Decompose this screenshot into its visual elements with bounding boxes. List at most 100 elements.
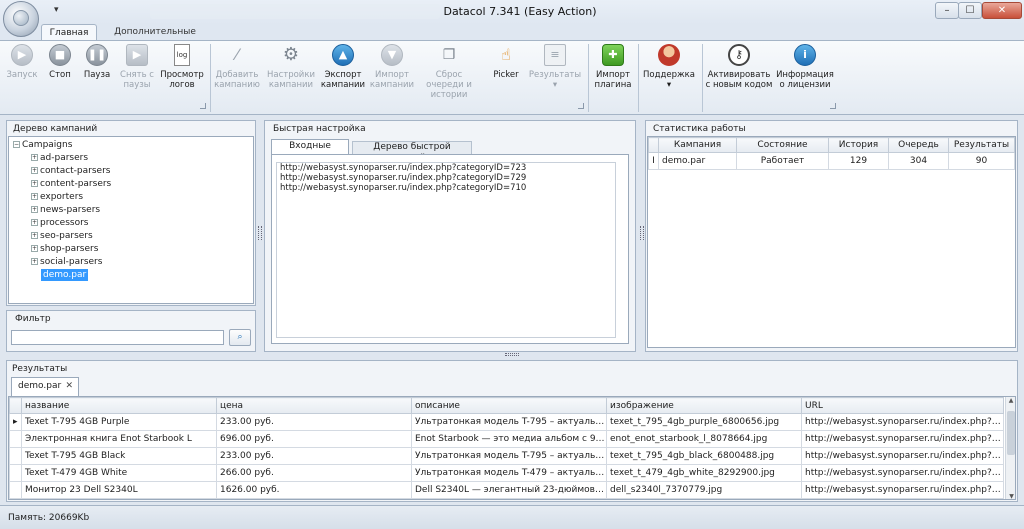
view-logs-button[interactable]: log Просмотр логов	[160, 44, 204, 100]
magic-wand-icon: ⁄	[235, 45, 239, 64]
import-campaign-button[interactable]: ▼ Импорт кампании	[368, 44, 416, 100]
tree-selected-campaign[interactable]: demo.par	[41, 269, 89, 281]
group-expander-icon[interactable]	[578, 103, 584, 109]
stop-button[interactable]: ■ Стоп	[44, 44, 76, 100]
reset-queue-button[interactable]: ❐ Сброс очереди и истории	[418, 44, 480, 100]
quick-access-dropdown-icon[interactable]: ▾	[54, 5, 59, 15]
col-campaign[interactable]: Кампания	[658, 137, 737, 153]
search-icon[interactable]: ⌕	[229, 329, 251, 346]
table-row[interactable]: ▸ Texet T-795 4GB Purple 233.00 руб. Уль…	[9, 413, 1004, 431]
group-expander-icon[interactable]	[200, 103, 206, 109]
pause-icon: ❚❚	[86, 44, 108, 66]
table-row[interactable]: Texet T-795 4GB Black 233.00 руб. Ультра…	[9, 447, 1004, 465]
gear-icon: ⚙	[282, 44, 300, 65]
col-queue[interactable]: Очередь	[888, 137, 949, 153]
col-history[interactable]: История	[828, 137, 889, 153]
expand-icon[interactable]: +	[31, 154, 38, 161]
table-row[interactable]: Монитор 23 Dell S2340L 1626.00 руб. Dell…	[9, 481, 1004, 499]
stats-grid[interactable]: Кампания Состояние История Очередь Резул…	[647, 136, 1016, 348]
import-down-arrow-icon: ▼	[381, 44, 403, 66]
table-row[interactable]: I demo.par Работает 129 304 90	[648, 152, 1015, 170]
expand-icon[interactable]: +	[31, 245, 38, 252]
campaign-tree[interactable]: − Campaigns + ad-parsers + contact-parsers …	[8, 136, 254, 304]
text-cursor-icon: I	[648, 152, 659, 170]
current-row-arrow-icon: ▸	[9, 413, 22, 431]
resume-button[interactable]: ▶ Снять с паузы	[116, 44, 158, 100]
group-separator	[210, 44, 211, 112]
import-plugin-button[interactable]: ✚ Импорт плагина	[590, 44, 636, 100]
tree-folder[interactable]: + exporters	[31, 191, 83, 203]
expand-icon[interactable]: +	[31, 167, 38, 174]
expand-icon[interactable]: +	[31, 193, 38, 200]
scrollbar-thumb[interactable]	[1007, 411, 1015, 455]
close-button[interactable]: ✕	[982, 2, 1022, 19]
tree-folder[interactable]: + processors	[31, 217, 88, 229]
puzzle-plugin-icon: ✚	[602, 44, 624, 66]
col-url[interactable]: URL	[801, 397, 1004, 414]
expand-icon[interactable]: +	[31, 206, 38, 213]
vertical-scrollbar[interactable]: ▲ ▼	[1005, 397, 1015, 499]
input-line: http://webasyst.synoparser.ru/index.php?…	[280, 163, 527, 173]
row-indicator-header	[9, 397, 22, 414]
col-state[interactable]: Состояние	[736, 137, 829, 153]
activate-new-code-button[interactable]: ⚷ Активировать с новым кодом	[704, 44, 774, 100]
group-expander-icon[interactable]	[830, 103, 836, 109]
col-image[interactable]: изображение	[606, 397, 802, 414]
maximize-button[interactable]: ☐	[958, 2, 982, 19]
tree-folder[interactable]: + news-parsers	[31, 204, 100, 216]
picker-button[interactable]: ☝ Picker	[488, 44, 524, 100]
support-person-icon	[658, 44, 680, 66]
add-campaign-button[interactable]: ⁄ Добавить кампанию	[212, 44, 262, 100]
license-info-button[interactable]: i Информация о лицензии	[776, 44, 834, 100]
expand-icon[interactable]: +	[31, 232, 38, 239]
splitter-handle[interactable]	[505, 353, 519, 356]
results-grid[interactable]: название цена описание изображение URL ▸…	[8, 396, 1016, 500]
expand-icon[interactable]: +	[31, 219, 38, 226]
group-separator	[588, 44, 589, 112]
campaign-settings-button[interactable]: ⚙ Настройки кампании	[266, 44, 316, 100]
background-browser-strip	[150, 4, 440, 19]
group-separator	[702, 44, 703, 112]
table-row[interactable]: Электронная книга Enot Starbook L 696.00…	[9, 430, 1004, 448]
tab-input-data[interactable]: Входные данные	[271, 139, 349, 164]
quick-settings-title: Быстрая настройка	[273, 124, 366, 134]
col-name[interactable]: название	[21, 397, 217, 414]
support-button[interactable]: Поддержка ▾	[640, 44, 698, 100]
pause-button[interactable]: ❚❚ Пауза	[80, 44, 114, 100]
results-button[interactable]: ≡ Результаты ▾	[526, 44, 584, 100]
tree-folder[interactable]: + social-parsers	[31, 256, 102, 268]
results-tab[interactable]: demo.par ✕	[11, 377, 79, 396]
tree-folder[interactable]: + content-parsers	[31, 178, 111, 190]
col-price[interactable]: цена	[216, 397, 412, 414]
picker-hand-icon: ☝	[501, 45, 511, 64]
results-icon: ≡	[544, 44, 566, 66]
collapse-icon[interactable]: −	[13, 141, 20, 148]
table-row[interactable]: Texet T-479 4GB White 266.00 руб. Ультра…	[9, 464, 1004, 482]
tree-folder[interactable]: + seo-parsers	[31, 230, 93, 242]
start-button[interactable]: ▶ Запуск	[3, 44, 41, 100]
expand-icon[interactable]: +	[31, 180, 38, 187]
tree-root[interactable]: − Campaigns	[13, 139, 72, 151]
log-icon: log	[174, 44, 190, 66]
scroll-up-icon[interactable]: ▲	[1006, 397, 1015, 404]
input-data-textarea[interactable]: http://webasyst.synoparser.ru/index.php?…	[271, 154, 629, 344]
col-results[interactable]: Результаты	[948, 137, 1015, 153]
expand-icon[interactable]: +	[31, 258, 38, 265]
filter-input[interactable]	[11, 330, 224, 345]
tab-extra[interactable]: Дополнительные	[110, 24, 200, 41]
tree-folder[interactable]: + contact-parsers	[31, 165, 110, 177]
export-campaign-button[interactable]: ▲ Экспорт кампании	[320, 44, 366, 100]
app-menu-orb[interactable]	[3, 1, 39, 37]
col-description[interactable]: описание	[411, 397, 607, 414]
minimize-button[interactable]: –	[935, 2, 959, 19]
tree-folder[interactable]: + shop-parsers	[31, 243, 98, 255]
close-tab-icon[interactable]: ✕	[65, 378, 73, 395]
tab-quick-tree[interactable]: Дерево быстрой настройки	[352, 141, 472, 163]
tree-folder[interactable]: + ad-parsers	[31, 152, 88, 164]
splitter-handle[interactable]	[258, 226, 262, 240]
splitter-handle[interactable]	[640, 226, 644, 240]
input-line: http://webasyst.synoparser.ru/index.php?…	[280, 183, 527, 193]
tab-main[interactable]: Главная	[41, 24, 97, 41]
memory-status: Память: 20669Kb	[8, 513, 90, 523]
scroll-down-icon[interactable]: ▼	[1006, 493, 1015, 499]
